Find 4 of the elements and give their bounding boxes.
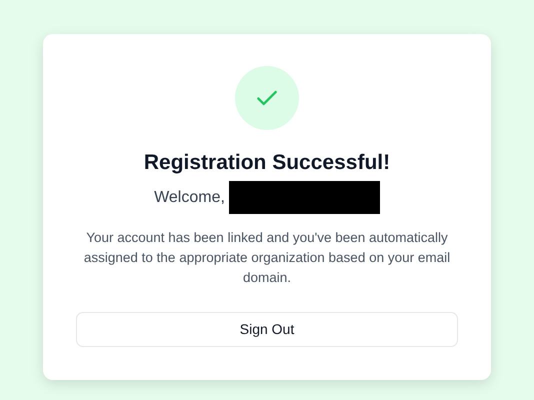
success-title: Registration Successful! — [144, 150, 390, 176]
welcome-text: Welcome, — [154, 188, 225, 208]
account-message: Your account has been linked and you've been automatically assigned to the appropriate organization based on your email domain. — [82, 229, 452, 287]
sign-out-button[interactable]: Sign Out — [76, 312, 458, 347]
